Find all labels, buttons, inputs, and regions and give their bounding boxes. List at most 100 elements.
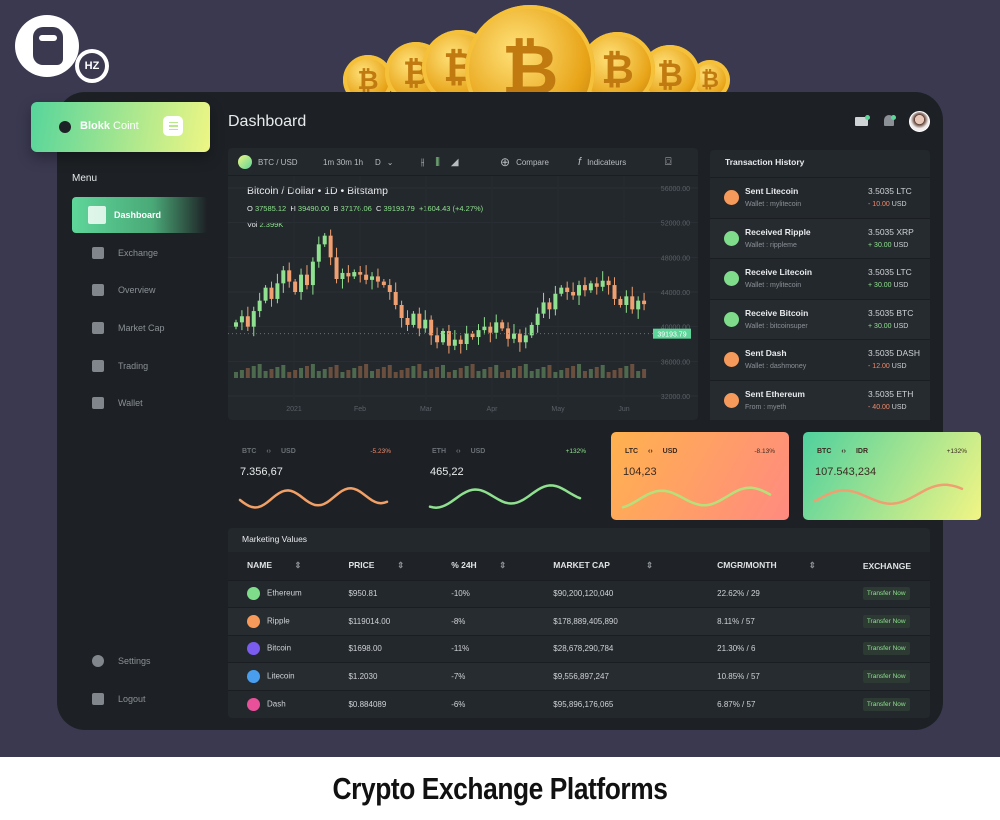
sparkline [428,484,582,509]
app-name-bold: Blokk [80,120,110,132]
trading-icon [92,360,104,372]
ticker-card-ltc-usd[interactable]: LTC ‹› USD -8.13% 104,23 [611,432,789,520]
swap-icon: ‹› [455,448,461,455]
candle [636,300,641,310]
sidebar-item-overview[interactable]: Overview [72,272,207,308]
page-title: Dashboard [228,113,307,130]
mail-icon[interactable] [855,115,870,126]
interval-dropdown[interactable]: D ⌄ [375,148,393,176]
avatar[interactable] [909,111,930,132]
column-header[interactable]: MARKET CAP ⇕ [534,552,699,580]
ticker-from: ETH [432,448,446,455]
transaction-row[interactable]: Received Ripple Wallet : rippleme 3.5035… [710,217,930,258]
bitcoin-icon [238,155,252,169]
gear-icon [92,655,104,667]
sidebar-item-wallet[interactable]: Wallet [72,385,207,421]
transfer-now-button[interactable]: Transfer Now [862,614,910,628]
sparkline [621,486,772,509]
column-header[interactable]: PRICE ⇕ [329,552,433,580]
column-header[interactable]: % 24H ⇕ [432,552,535,580]
candle [393,292,398,305]
area-chart-icon[interactable]: ◢ [451,157,459,168]
indicators-button[interactable]: f Indicateurs [578,148,626,176]
volume-bar [334,365,339,378]
volume-bar [281,365,286,378]
transfer-now-button[interactable]: Transfer Now [862,670,910,684]
sidebar-item-trading[interactable]: Trading [72,348,207,384]
sidebar-item-exchange[interactable]: Exchange [72,235,207,271]
candle [482,326,487,331]
candle [234,322,238,327]
ticker-card-eth-usd[interactable]: ETH ‹› USD +132% 465,22 [418,432,600,520]
sidebar-item-label: Dashboard [114,210,162,220]
transaction-usd: + 30.00 USD [868,322,909,330]
ticker-to: USD [280,448,296,455]
sidebar-item-market-cap[interactable]: Market Cap [72,310,207,346]
volume-bar [411,366,416,378]
transaction-row[interactable]: Receive Bitcoin Wallet : bitcoinsuper 3.… [710,298,930,339]
candle [517,333,522,343]
document-icon [92,284,104,296]
candle [251,311,256,327]
candle [571,292,576,296]
column-header[interactable]: NAME ⇕ [228,552,330,580]
compare-button[interactable]: ⊕ Compare [500,148,549,176]
transaction-row[interactable]: Sent Litecoin Wallet : mylitecoin 3.5035… [710,177,930,217]
candlestick-icon[interactable]: ⫼ [435,157,440,168]
volume-bar [588,369,593,378]
candle [269,287,274,299]
candle [500,322,505,329]
transfer-now-button[interactable]: Transfer Now [862,587,910,601]
transaction-amount: 3.5035 ETH [868,388,914,399]
sidebar-item-settings[interactable]: Settings [72,643,207,679]
sidebar-item-dashboard[interactable]: Dashboard [72,197,207,233]
menu-label: Menu [72,173,98,184]
transaction-wallet: From : myeth [745,403,787,411]
ticker-change: +132% [565,448,586,455]
transaction-row[interactable]: Receive Litecoin Wallet : mylitecoin 3.5… [710,258,930,298]
candle [559,287,564,294]
y-tick-label: 36000.00 [661,359,690,366]
candle [588,283,593,291]
volume-bar [642,369,647,378]
transaction-amount: 3.5035 DASH [868,348,920,358]
coin-icon [247,614,260,628]
coin-icon [247,697,260,711]
candle [257,300,262,312]
transfer-now-button[interactable]: Transfer Now [862,642,910,656]
column-header[interactable]: CMGR/MONTH ⇕ [698,552,844,580]
candle [630,296,635,310]
camera-icon[interactable]: ⌼ [665,148,672,176]
chevron-down-icon: ⌄ [386,157,394,167]
transaction-row[interactable]: Sent Ethereum From : myeth 3.5035 ETH - … [710,379,930,420]
ticker-from: BTC [817,448,832,455]
bar-chart-icon[interactable]: ⫲ [421,157,424,168]
volume-bar [375,369,380,378]
y-tick-label: 48000.00 [661,255,690,262]
volume-bar [275,367,280,378]
volume-bar [452,370,457,378]
volume-bar [234,372,238,378]
volume-bar [304,366,309,378]
table-row: Ethereum $950.81 -10% $90,200,120,040 22.62%… [228,579,930,608]
volume-bar [446,372,451,378]
ticker-card-btc-idr[interactable]: BTC ‹› IDR +132% 107.543,234 [803,432,981,520]
ticker-card-btc-usd[interactable]: BTC ‹› USD -5.23% 7.356,67 [228,432,405,520]
volume-bar [476,371,481,378]
table-row: Dash $0.884089 -6% $95,896,176,065 6.87% / 5… [228,689,930,718]
transaction-row[interactable]: Sent Dash Wallet : dashmoney 3.5035 DASH… [710,339,930,379]
app-logo-icon [59,121,71,133]
x-tick-label: 2021 [286,406,302,413]
column-header[interactable]: EXCHANGE [843,552,930,580]
sidebar-item-logout[interactable]: Logout [72,681,207,717]
menu-toggle-button[interactable] [163,116,183,136]
pair-selector[interactable]: BTC / USD [238,148,298,176]
volume-bar [500,372,505,378]
transaction-usd: + 30.00 USD [868,282,909,289]
candle [381,281,386,286]
transfer-now-button[interactable]: Transfer Now [862,697,910,711]
interval-options[interactable]: 1m 30m 1h [323,158,363,167]
volume-bar [251,366,256,378]
bell-icon[interactable] [884,115,896,126]
candle [529,324,534,336]
